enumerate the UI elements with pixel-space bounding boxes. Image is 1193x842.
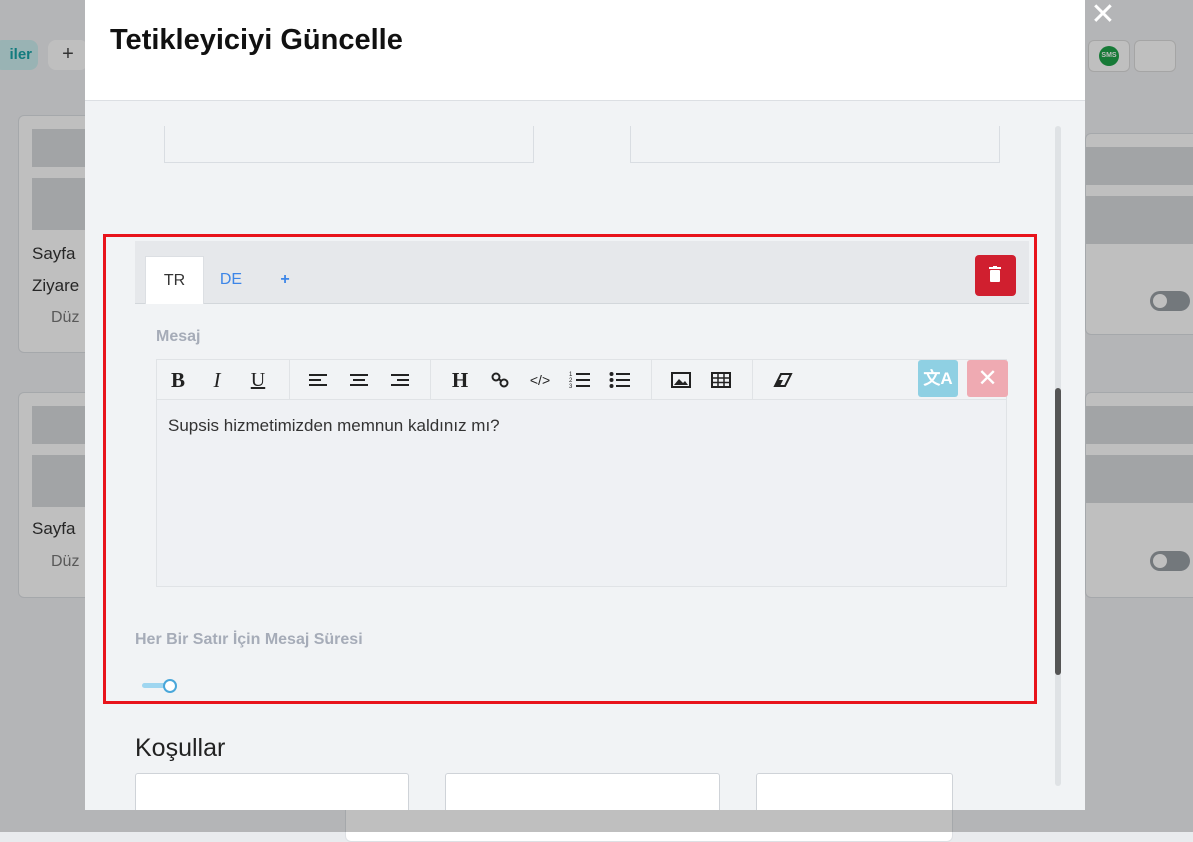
scrollbar-thumb[interactable] <box>1055 388 1061 675</box>
modal-header: Tetikleyiciyi Güncelle <box>85 0 1085 101</box>
close-modal-icon[interactable]: ✕ <box>1090 0 1116 30</box>
highlight-box <box>103 234 1037 704</box>
condition-field-3[interactable] <box>756 773 953 810</box>
condition-field-2[interactable] <box>445 773 720 810</box>
conditions-title: Koşullar <box>135 734 226 762</box>
update-trigger-modal: Tetikleyiciyi Güncelle TR DE + Mesaj B I <box>85 0 1085 810</box>
form-input-right[interactable] <box>630 126 1000 163</box>
modal-body: TR DE + Mesaj B I U H </> 1 2 3 文A ✕ Sup… <box>85 101 1085 810</box>
form-input-left[interactable] <box>164 126 534 163</box>
condition-field-1[interactable] <box>135 773 409 810</box>
modal-title: Tetikleyiciyi Güncelle <box>110 24 403 56</box>
